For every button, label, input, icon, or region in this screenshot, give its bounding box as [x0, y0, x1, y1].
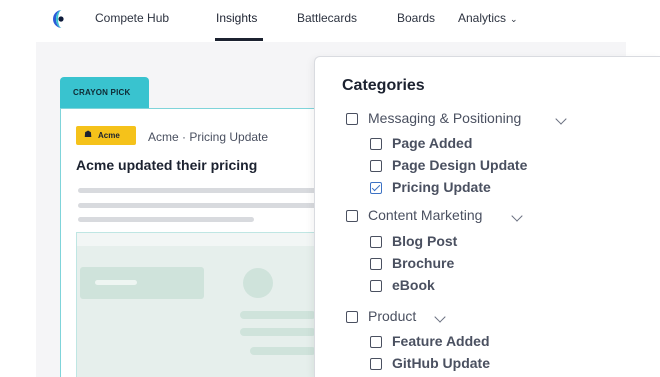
checkbox[interactable] — [370, 336, 382, 348]
category-group-label: Messaging & Positioning — [368, 110, 522, 126]
text-placeholder-line — [78, 217, 254, 222]
categories-title: Categories — [342, 77, 425, 94]
thumbnail-bar — [250, 347, 316, 355]
nav-compete-hub[interactable]: Compete Hub — [95, 11, 169, 25]
thumbnail-block-line — [95, 280, 137, 285]
competitor-badge[interactable]: ☗ Acme — [76, 126, 136, 145]
nav-analytics-label: Analytics — [458, 11, 507, 25]
category-item-label: Blog Post — [392, 233, 458, 249]
category-group-product[interactable]: Product — [346, 308, 546, 328]
category-group-messaging[interactable]: Messaging & Positioning — [346, 110, 586, 130]
chevron-down-icon[interactable] — [511, 210, 523, 222]
screenshot-thumbnail[interactable] — [76, 232, 316, 377]
category-item-label: Feature Added — [392, 333, 490, 349]
thumbnail-bar — [240, 311, 316, 319]
category-item-label: Brochure — [392, 255, 455, 271]
category-item-page-design-update[interactable]: Page Design Update — [370, 157, 570, 177]
home-icon: ☗ — [84, 129, 93, 139]
category-item-page-added[interactable]: Page Added — [370, 135, 570, 155]
crayon-logo-icon[interactable] — [52, 9, 72, 29]
chevron-down-icon: ⌄ — [510, 14, 518, 24]
category-item-blog-post[interactable]: Blog Post — [370, 233, 570, 253]
crayon-pick-tab: CRAYON PICK — [60, 77, 149, 108]
nav-battlecards[interactable]: Battlecards — [297, 11, 357, 25]
text-placeholder-line — [78, 203, 316, 208]
checkbox[interactable] — [370, 160, 382, 172]
category-item-brochure[interactable]: Brochure — [370, 255, 570, 275]
category-item-label: Page Added — [392, 135, 473, 151]
category-group-label: Content Marketing — [368, 207, 483, 223]
thumbnail-circle — [243, 268, 273, 298]
checkbox[interactable] — [370, 138, 382, 150]
checkbox[interactable] — [346, 311, 358, 323]
category-item-github-update[interactable]: GitHub Update — [370, 355, 570, 375]
competitor-name: Acme — [98, 131, 120, 140]
checkbox[interactable] — [346, 113, 358, 125]
card-title[interactable]: Acme updated their pricing — [76, 157, 257, 173]
category-item-label: Pricing Update — [392, 179, 491, 195]
crayon-pick-label: CRAYON PICK — [73, 88, 131, 97]
nav-analytics[interactable]: Analytics ⌄ — [458, 11, 518, 25]
category-item-label: eBook — [392, 277, 435, 293]
category-item-label: Page Design Update — [392, 157, 528, 173]
active-tab-indicator — [215, 38, 263, 41]
checkbox[interactable] — [370, 258, 382, 270]
category-item-ebook[interactable]: eBook — [370, 277, 570, 297]
category-item-pricing-update[interactable]: Pricing Update — [370, 179, 570, 199]
checkbox[interactable] — [370, 280, 382, 292]
nav-insights[interactable]: Insights — [216, 11, 257, 25]
category-item-label: GitHub Update — [392, 355, 490, 371]
checkbox-checked[interactable] — [370, 182, 382, 194]
category-group-content-marketing[interactable]: Content Marketing — [346, 207, 546, 227]
chevron-down-icon[interactable] — [434, 311, 446, 323]
thumbnail-bar — [240, 328, 316, 336]
top-nav: Compete Hub Insights Battlecards Boards … — [0, 0, 660, 42]
category-group-label: Product — [368, 308, 417, 324]
card-subtitle: Acme · Pricing Update — [148, 130, 269, 144]
text-placeholder-line — [78, 188, 316, 193]
category-item-feature-added[interactable]: Feature Added — [370, 333, 570, 353]
chevron-down-icon[interactable] — [555, 113, 567, 125]
checkbox[interactable] — [346, 210, 358, 222]
checkbox[interactable] — [370, 236, 382, 248]
checkbox[interactable] — [370, 358, 382, 370]
nav-boards[interactable]: Boards — [397, 11, 435, 25]
